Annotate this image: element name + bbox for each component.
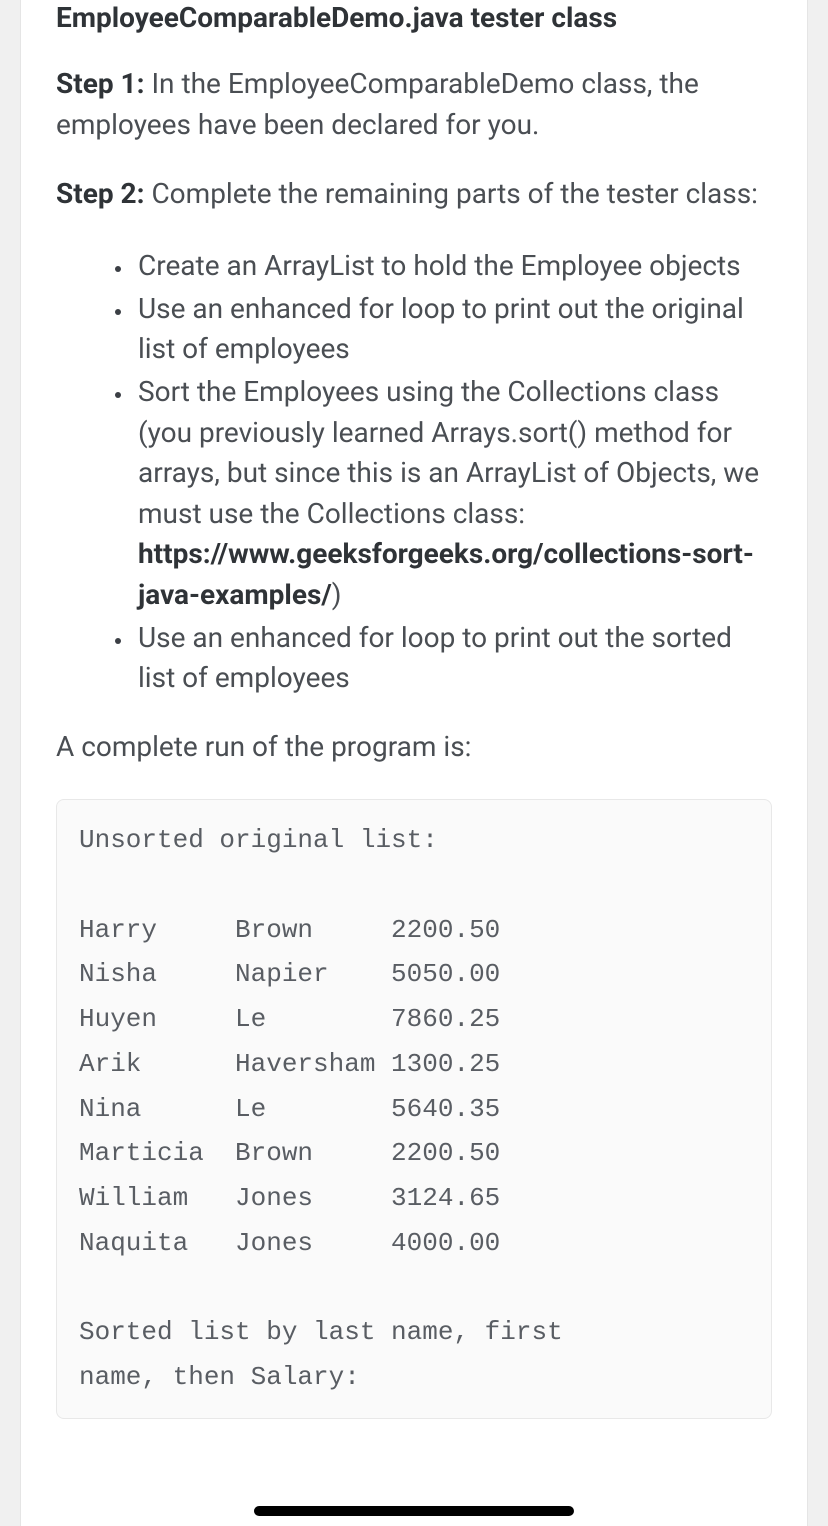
program-output-code: Unsorted original list: Harry Brown 2200… [56,799,772,1418]
document-card: EmployeeComparableDemo.java tester class… [20,0,808,1526]
run-intro: A complete run of the program is: [56,727,772,768]
bullet-3-prefix: Sort the Employees using the Collections… [138,375,759,530]
list-item: Sort the Employees using the Collections… [134,372,772,616]
list-item: Create an ArrayList to hold the Employee… [134,246,772,287]
page-title: EmployeeComparableDemo.java tester class [56,0,772,36]
list-item: Use an enhanced for loop to print out th… [134,289,772,370]
list-item: Use an enhanced for loop to print out th… [134,618,772,699]
reference-link[interactable]: https://www.geeksforgeeks.org/collection… [138,537,754,611]
step-1-text: In the EmployeeComparableDemo class, the… [56,67,699,141]
step-2-paragraph: Step 2: Complete the remaining parts of … [56,174,772,215]
step-1-paragraph: Step 1: In the EmployeeComparableDemo cl… [56,64,772,145]
instruction-list: Create an ArrayList to hold the Employee… [56,246,772,699]
home-indicator[interactable] [254,1506,574,1516]
step-2-text: Complete the remaining parts of the test… [145,177,758,210]
step-1-label: Step 1: [56,67,145,100]
bullet-3-suffix: ) [332,578,342,611]
step-2-label: Step 2: [56,177,145,210]
